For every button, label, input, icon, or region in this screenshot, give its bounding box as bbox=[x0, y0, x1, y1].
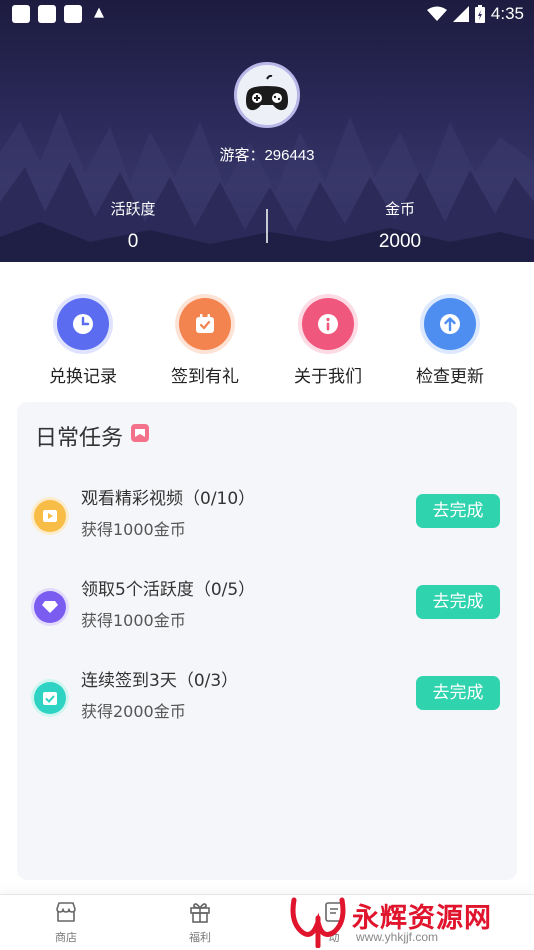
watermark-logo-icon bbox=[290, 897, 346, 948]
task-reward: 获得1000金币 bbox=[81, 611, 186, 630]
coins-value: 2000 bbox=[378, 231, 422, 252]
about-us-button[interactable]: 关于我们 bbox=[273, 298, 383, 387]
go-complete-button[interactable]: 去完成 bbox=[416, 494, 500, 528]
notification-icon bbox=[38, 5, 56, 23]
coins-label: 金币 bbox=[384, 200, 415, 218]
task-item: 观看精彩视频（0/10） 获得1000金币 去完成 bbox=[17, 484, 517, 554]
coins-stat: 金币 2000 bbox=[325, 198, 475, 253]
gamepad-icon bbox=[246, 75, 288, 111]
task-item: 领取5个活跃度（0/5） 获得1000金币 去完成 bbox=[17, 575, 517, 645]
clock-icon bbox=[57, 298, 109, 350]
clock-time: 4:35 bbox=[490, 4, 524, 23]
activity-stat: 活跃度 0 bbox=[58, 198, 208, 253]
watermark: 永辉资源网 www.yhkjjf.com bbox=[288, 892, 528, 950]
calendar-check-icon bbox=[179, 298, 231, 350]
wifi-icon bbox=[426, 6, 447, 21]
task-name: 观看精彩视频（0/10） bbox=[81, 489, 256, 509]
watermark-url: www.yhkjjf.com bbox=[356, 930, 439, 944]
quick-actions: 兑换记录 签到有礼 关于我们 检查更新 bbox=[0, 298, 534, 394]
notification-icon bbox=[64, 5, 82, 23]
activity-label: 活跃度 bbox=[110, 200, 156, 218]
activity-value: 0 bbox=[127, 231, 139, 252]
checkin-gift-label: 签到有礼 bbox=[171, 367, 239, 387]
info-icon bbox=[302, 298, 354, 350]
shop-icon bbox=[56, 902, 76, 922]
video-icon bbox=[34, 500, 66, 532]
avatar[interactable] bbox=[234, 62, 300, 128]
exchange-record-label: 兑换记录 bbox=[49, 367, 117, 387]
gift-icon bbox=[190, 903, 210, 923]
go-complete-button[interactable]: 去完成 bbox=[416, 585, 500, 619]
daily-tasks-card: 日常任务 观看精彩视频（0/10） 获得1000金币 去完成 领取5个活跃度（0… bbox=[17, 402, 517, 880]
signal-icon bbox=[452, 6, 469, 22]
go-complete-button[interactable]: 去完成 bbox=[416, 676, 500, 710]
task-name: 连续签到3天（0/3） bbox=[81, 671, 239, 691]
nav-shop[interactable]: 商店 bbox=[26, 901, 106, 945]
arrow-up-icon bbox=[424, 298, 476, 350]
task-reward: 获得2000金币 bbox=[81, 702, 186, 721]
nav-welfare[interactable]: 福利 bbox=[160, 901, 240, 945]
task-reward: 获得1000金币 bbox=[81, 520, 186, 539]
badge-icon bbox=[131, 424, 149, 442]
stat-divider bbox=[266, 209, 268, 243]
status-bar: ▲ 4:35 bbox=[0, 0, 534, 28]
exchange-record-button[interactable]: 兑换记录 bbox=[28, 298, 138, 387]
checkin-gift-button[interactable]: 签到有礼 bbox=[150, 298, 260, 387]
battery-icon bbox=[474, 5, 485, 23]
daily-tasks-title: 日常任务 bbox=[35, 426, 124, 451]
nav-welfare-label: 福利 bbox=[189, 931, 211, 944]
diamond-icon bbox=[34, 591, 66, 623]
check-update-button[interactable]: 检查更新 bbox=[395, 298, 505, 387]
checkin-icon bbox=[34, 682, 66, 714]
bell-icon: ▲ bbox=[94, 5, 104, 20]
task-name: 领取5个活跃度（0/5） bbox=[81, 580, 256, 600]
about-us-label: 关于我们 bbox=[294, 367, 362, 387]
check-update-label: 检查更新 bbox=[416, 367, 484, 387]
notification-icon bbox=[12, 5, 30, 23]
nav-shop-label: 商店 bbox=[55, 931, 77, 944]
username: 游客：296443 bbox=[219, 147, 315, 164]
profile-header: ▲ 4:35 游客：296443 活跃度 0 金币 2000 bbox=[0, 0, 534, 262]
task-item: 连续签到3天（0/3） 获得2000金币 去完成 bbox=[17, 666, 517, 736]
